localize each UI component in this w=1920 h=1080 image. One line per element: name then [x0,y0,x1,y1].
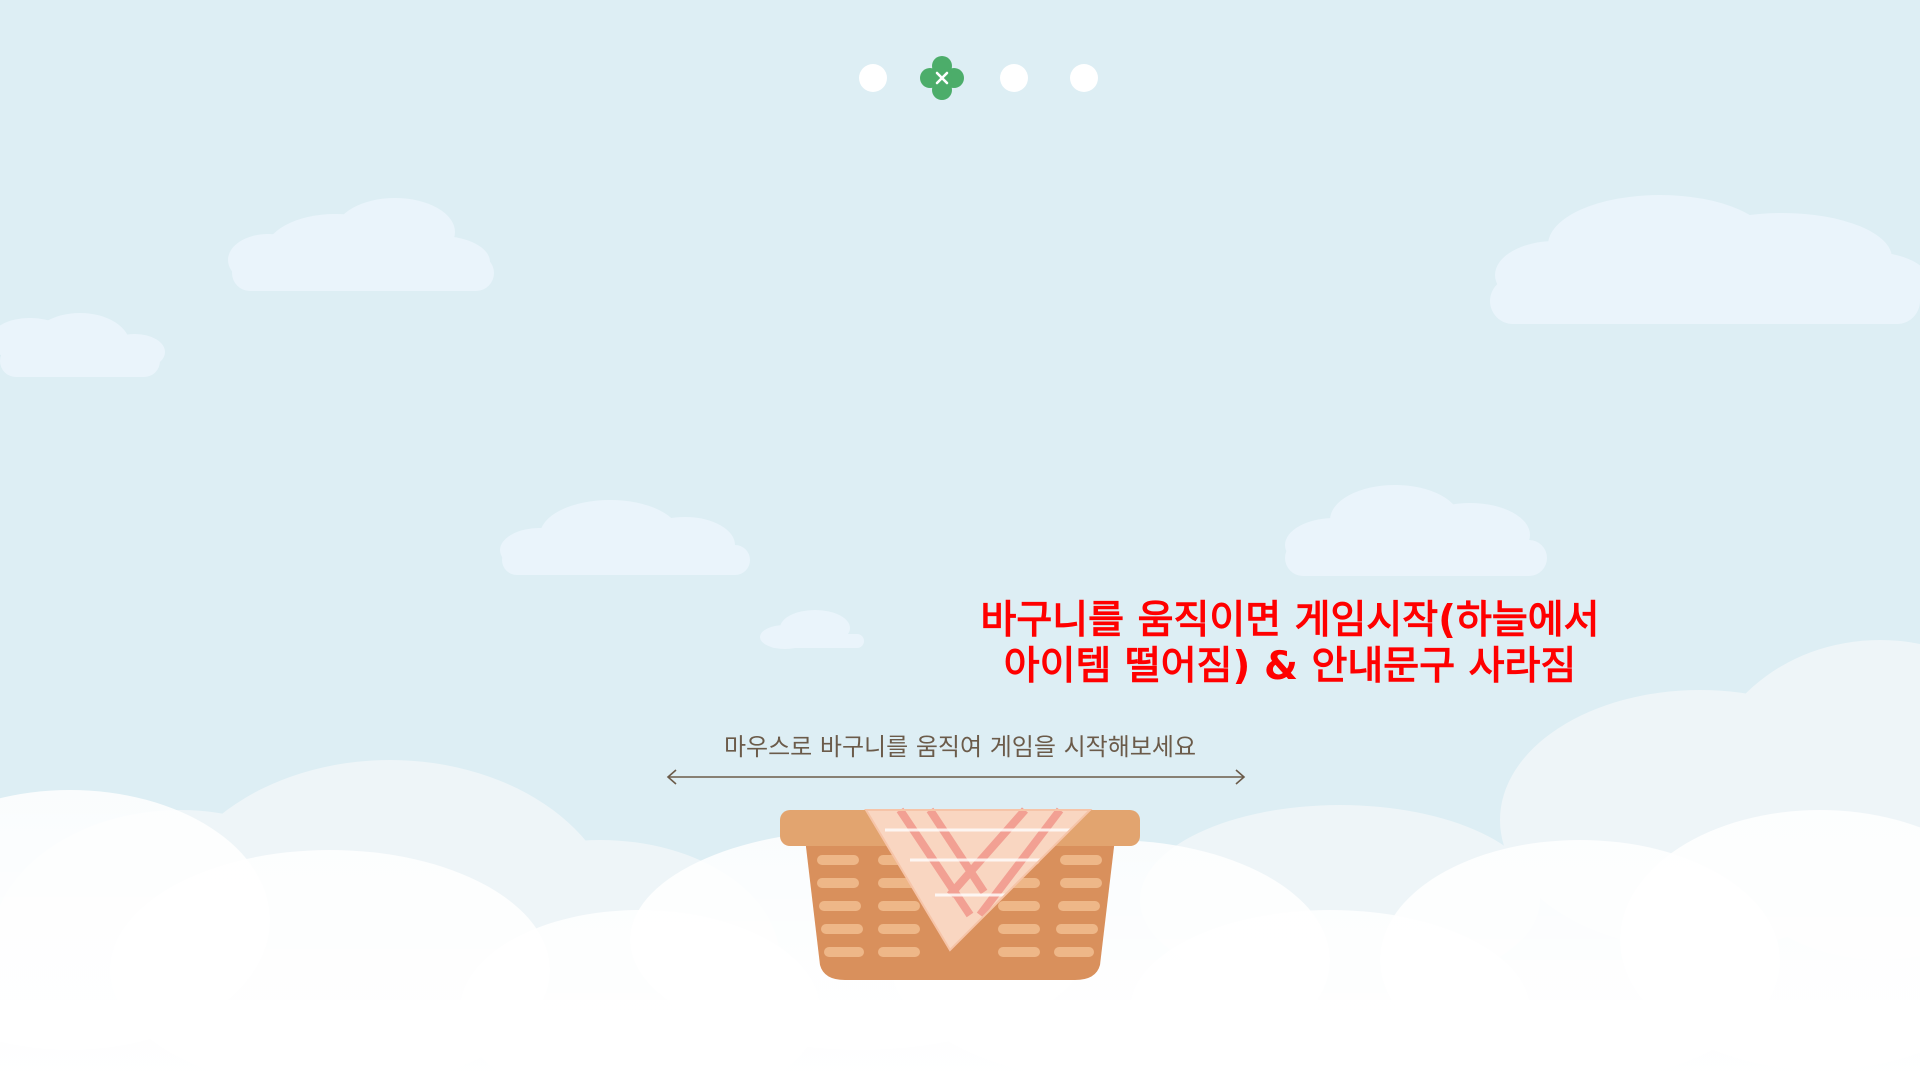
game-stage[interactable]: 바구니를 움직이면 게임시작(하늘에서 아이템 떨어짐) & 안내문구 사라짐 … [0,0,1920,1080]
double-arrow-icon [666,769,1246,785]
player-basket[interactable] [770,800,1150,990]
annotation-line-2: 아이템 떨어짐) & 안내문구 사라짐 [1003,644,1577,689]
instruction-text: 마우스로 바구니를 움직여 게임을 시작해보세요 [723,733,1197,761]
design-annotation: 바구니를 움직이면 게임시작(하늘에서 아이템 떨어짐) & 안내문구 사라짐 [890,598,1690,690]
stage-dot-4 [1070,64,1098,92]
stage-progress-indicator [840,50,1110,106]
stage-dot-3 [1000,64,1028,92]
stage-dot-1 [859,64,887,92]
annotation-line-1: 바구니를 움직이면 게임시작(하늘에서 [980,598,1600,643]
clover-icon [920,56,964,100]
